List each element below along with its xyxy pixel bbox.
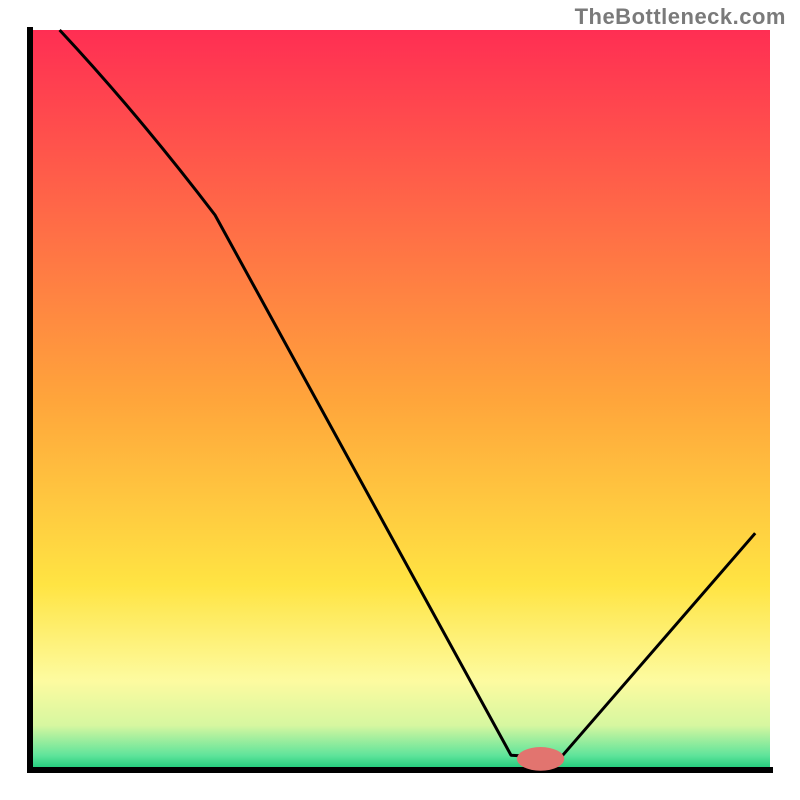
chart-background (30, 30, 770, 770)
chart-container: TheBottleneck.com (0, 0, 800, 800)
watermark-label: TheBottleneck.com (575, 4, 786, 30)
optimal-marker (517, 747, 564, 771)
bottleneck-chart (0, 0, 800, 800)
